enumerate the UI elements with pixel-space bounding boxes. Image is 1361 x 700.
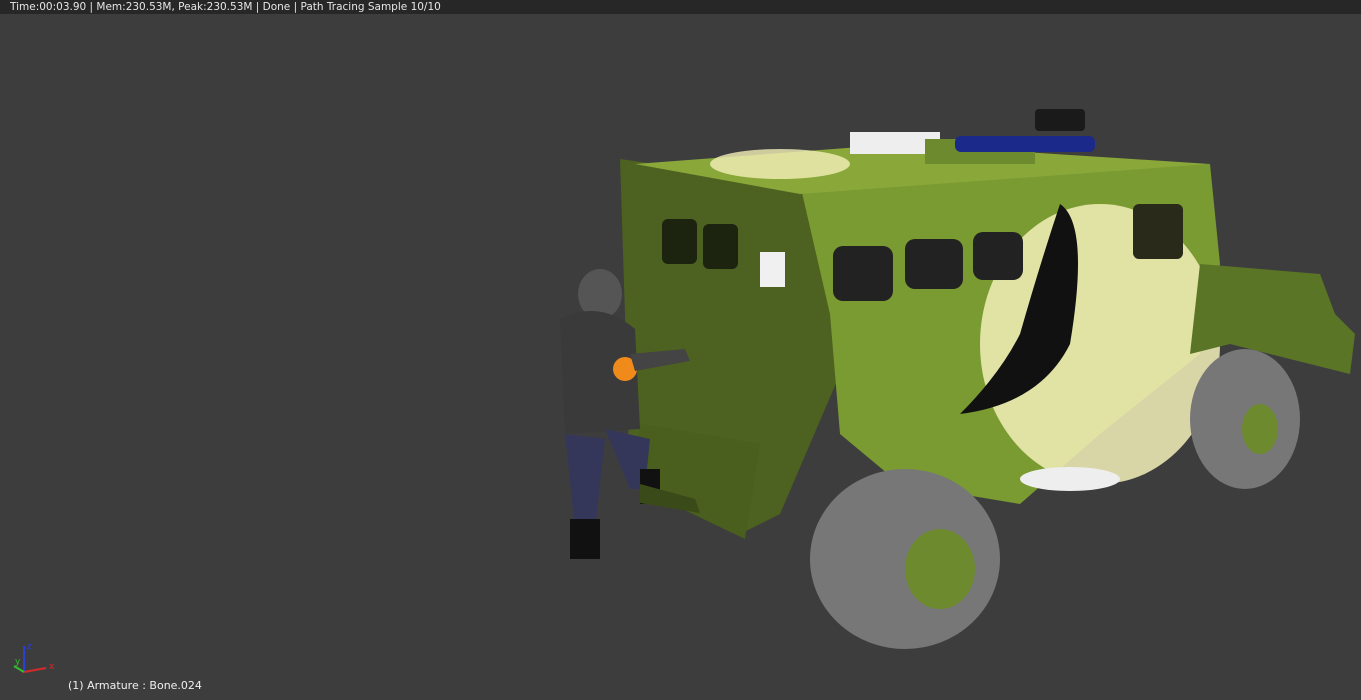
x-axis-line	[23, 667, 47, 673]
y-axis-label: y	[15, 657, 21, 667]
vehicle-window	[662, 219, 697, 264]
vehicle-window	[833, 246, 893, 301]
z-axis-label: z	[27, 642, 32, 652]
siren-light	[955, 136, 1095, 152]
axis-gizmo: z x y	[13, 642, 55, 673]
active-object-info: (1) Armature : Bone.024	[68, 679, 202, 692]
3d-viewport[interactable]: z x y (1) Armature : Bone.024	[0, 14, 1361, 700]
vehicle-window	[703, 224, 738, 269]
rendered-scene	[560, 109, 1355, 649]
armored-vehicle	[620, 109, 1355, 649]
vehicle-window	[905, 239, 963, 289]
x-axis-label: x	[49, 662, 55, 672]
vehicle-window	[973, 232, 1023, 280]
vehicle-window	[1133, 204, 1183, 259]
render-status-bar: Time:00:03.90 | Mem:230.53M, Peak:230.53…	[0, 0, 1361, 14]
